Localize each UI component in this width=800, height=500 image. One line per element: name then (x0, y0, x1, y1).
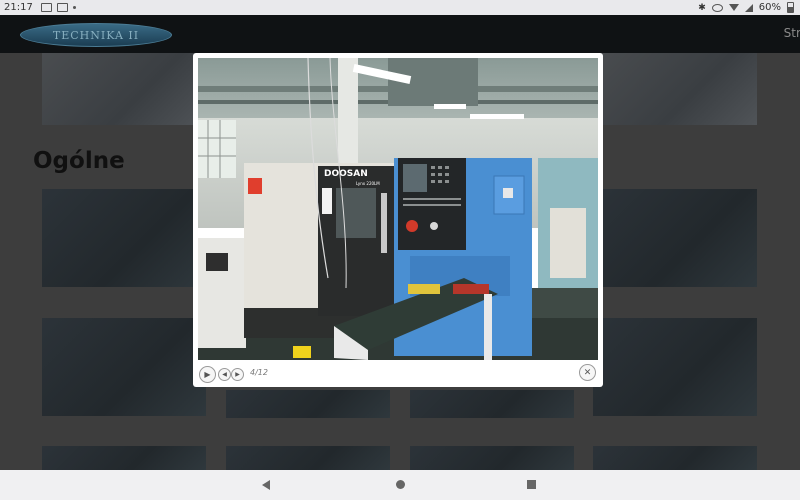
chevron-right-icon: ▶ (235, 371, 240, 378)
play-slideshow-button[interactable]: ▶ (199, 366, 216, 383)
wifi-icon (728, 4, 739, 11)
gallery-icon (40, 3, 52, 12)
gallery-icon (56, 3, 68, 12)
site-header: TECHNIKA II Stro (0, 15, 800, 53)
gallery-thumbnail[interactable] (410, 446, 574, 470)
status-bar: 21:17 ✱ 60% (0, 0, 800, 15)
chevron-left-icon: ◀ (222, 371, 227, 378)
battery-percent: 60% (758, 2, 781, 13)
bluetooth-icon: ✱ (698, 2, 706, 13)
gallery-thumbnail[interactable] (593, 53, 757, 125)
home-icon[interactable] (396, 480, 405, 489)
close-icon: ✕ (583, 367, 592, 378)
cnc-lathe-photo: DOOSAN Lynx 220LM (198, 58, 598, 360)
section-title: Ogólne (33, 148, 125, 174)
gallery-thumbnail[interactable] (593, 189, 757, 287)
gallery-thumbnail[interactable] (42, 53, 206, 125)
gallery-thumbnail[interactable] (42, 189, 206, 287)
image-counter: 4/12 (250, 368, 268, 377)
next-image-button[interactable]: ▶ (231, 368, 244, 381)
back-icon[interactable] (262, 480, 270, 490)
play-icon: ▶ (204, 370, 211, 379)
machine-brand-label: DOOSAN (324, 169, 368, 179)
site-logo[interactable]: TECHNIKA II (20, 23, 172, 47)
battery-icon (787, 2, 794, 13)
gallery-thumbnail[interactable] (410, 390, 574, 418)
recent-apps-icon[interactable] (527, 480, 536, 489)
dot-icon (72, 6, 76, 9)
gallery-thumbnail[interactable] (593, 446, 757, 470)
signal-icon (744, 3, 753, 12)
gallery-thumbnail[interactable] (42, 318, 206, 416)
android-nav-bar (0, 470, 800, 500)
lightbox-modal: DOOSAN Lynx 220LM ▶ ◀ ▶ 4/12 ✕ (193, 53, 603, 387)
status-time: 21:17 (4, 2, 33, 13)
gallery-thumbnail[interactable] (593, 318, 757, 416)
gallery-thumbnail[interactable] (42, 446, 206, 470)
gallery-thumbnail[interactable] (226, 390, 390, 418)
eye-icon (711, 3, 723, 12)
previous-image-button[interactable]: ◀ (218, 368, 231, 381)
lightbox-image: DOOSAN Lynx 220LM (198, 58, 598, 360)
lightbox-controls: ▶ ◀ ▶ 4/12 ✕ (193, 360, 603, 387)
close-lightbox-button[interactable]: ✕ (579, 364, 596, 381)
machine-model-label: Lynx 220LM (356, 181, 380, 186)
nav-link-home[interactable]: Stro (784, 26, 800, 40)
gallery-thumbnail[interactable] (226, 446, 390, 470)
